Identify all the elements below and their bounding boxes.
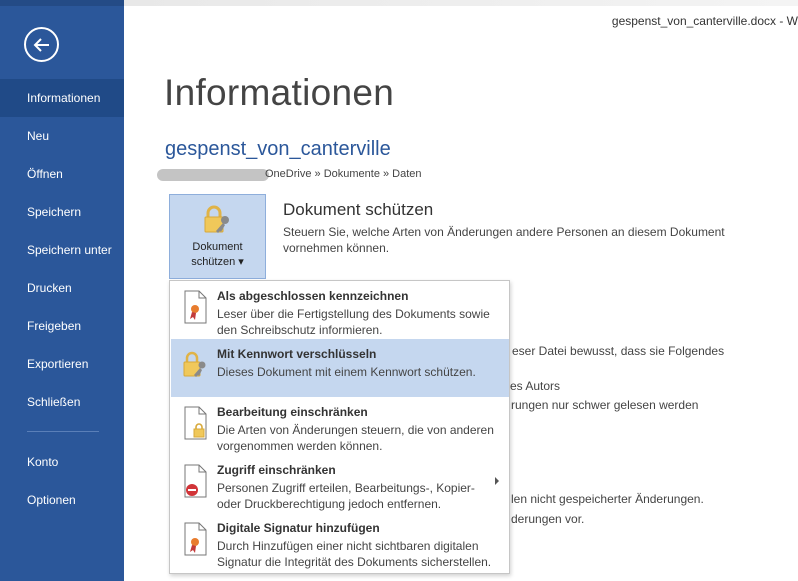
sidebar-item-neu[interactable]: Neu [0,117,124,155]
sidebar-item-optionen[interactable]: Optionen [0,481,124,519]
menu-item-mark-final[interactable]: Als abgeschlossen kennzeichnen Leser übe… [171,281,509,339]
sidebar-item-oeffnen[interactable]: Öffnen [0,155,124,193]
sidebar-item-informationen[interactable]: Informationen [0,79,124,117]
protect-section-title: Dokument schützen [283,200,434,219]
sidebar-item-drucken[interactable]: Drucken [0,269,124,307]
backstage-sidebar: Informationen Neu Öffnen Speichern Speic… [0,0,124,581]
sidebar-item-freigeben[interactable]: Freigeben [0,307,124,345]
submenu-arrow-icon[interactable] [495,477,499,485]
sidebar-item-konto[interactable]: Konto [0,443,124,481]
redacted-path-segment [157,169,269,181]
protect-document-menu: Als abgeschlossen kennzeichnen Leser übe… [169,280,510,574]
document-lock-icon [184,406,207,440]
document-signature-icon [184,522,207,556]
lock-key-icon [204,205,229,233]
menu-item-description: Personen Zugriff erteilen, Bearbeitungs-… [217,481,475,511]
back-button[interactable] [24,27,59,62]
menu-item-title: Mit Kennwort verschlüsseln [217,347,377,361]
document-path[interactable]: OneDrive » Dokumente » Daten [265,168,422,180]
protect-section-description: Steuern Sie, welche Arten von Änderungen… [283,225,725,255]
background-text-fragment: rungen nur schwer gelesen werden [511,398,699,412]
background-text-fragment: eser Datei bewusst, dass sie Folgendes [512,344,725,358]
back-arrow-icon [33,38,49,52]
sidebar-item-speichern[interactable]: Speichern [0,193,124,231]
menu-item-description: Die Arten von Änderungen steuern, die vo… [217,423,494,453]
menu-item-title: Digitale Signatur hinzufügen [217,521,380,535]
sidebar-item-exportieren[interactable]: Exportieren [0,345,124,383]
menu-item-restrict-access[interactable]: Zugriff einschränken Personen Zugriff er… [171,455,509,513]
menu-item-description: Durch Hinzufügen einer nicht sichtbaren … [217,539,492,569]
document-ribbon-icon [184,290,207,324]
sidebar-item-speichern-unter[interactable]: Speichern unter [0,231,124,269]
menu-item-title: Zugriff einschränken [217,463,336,477]
protect-document-label: Dokument schützen ▾ [191,241,244,268]
window-title: gespenst_von_canterville.docx - W [611,14,798,28]
sidebar-divider [27,431,99,432]
lock-key-icon [183,351,206,377]
background-text-fragment: es Autors [510,379,561,393]
menu-item-encrypt-password[interactable]: Mit Kennwort verschlüsseln Dieses Dokume… [171,339,509,397]
background-text-fragment: derungen vor. [511,512,585,526]
document-name: gespenst_von_canterville [165,138,391,160]
menu-item-restrict-editing[interactable]: Bearbeitung einschränken Die Arten von Ä… [171,397,509,455]
menu-item-digital-signature[interactable]: Digitale Signatur hinzufügen Durch Hinzu… [171,513,509,571]
menu-item-title: Bearbeitung einschränken [217,405,368,419]
menu-item-description: Leser über die Fertigstellung des Dokume… [217,307,490,337]
menu-item-title: Als abgeschlossen kennzeichnen [217,289,409,303]
document-restricted-icon [184,464,207,498]
sidebar-item-schliessen[interactable]: Schließen [0,383,124,421]
protect-document-button[interactable]: Dokument schützen ▾ [169,194,266,279]
page-title: Informationen [164,72,395,113]
background-text-fragment: len nicht gespeicherter Änderungen. [511,492,704,506]
title-bar-strip [124,0,798,6]
menu-item-description: Dieses Dokument mit einem Kennwort schüt… [217,365,476,379]
sidebar-top-strip [0,0,124,6]
